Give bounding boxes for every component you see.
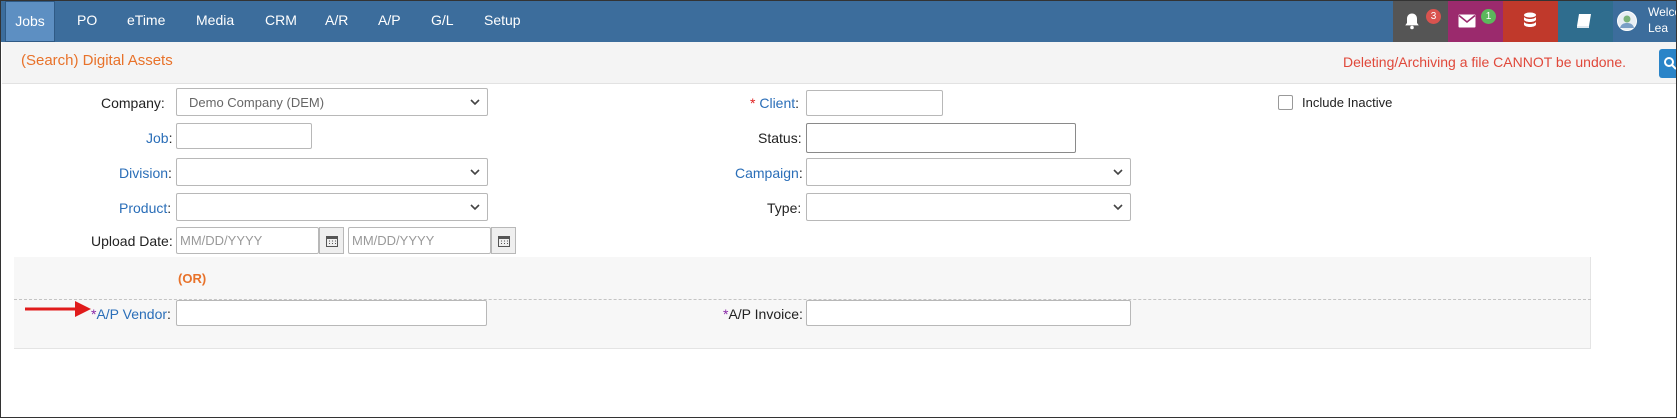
chevron-down-icon [470,99,480,106]
include-inactive-label: Include Inactive [1302,95,1393,110]
client-input[interactable] [806,90,943,116]
client-colon: : [795,95,800,111]
top-nav: Jobs PO eTime Media CRM A/R A/P G/L Setu… [1,1,1676,42]
page-header: (Search) Digital Assets Deleting/Archivi… [2,42,1676,84]
welcome-text: Welco [1648,5,1676,19]
product-label: Product: [119,200,171,216]
messages-badge: 1 [1481,9,1496,24]
product-label-text: Product [119,200,168,216]
division-select[interactable] [176,158,488,186]
ap-invoice-label: *A/P Invoice: [723,306,803,322]
status-label: Status: [758,130,802,146]
page-title: (Search) Digital Assets [21,52,173,69]
envelope-icon [1458,14,1476,28]
database-button[interactable] [1503,1,1558,42]
app-window: Jobs PO eTime Media CRM A/R A/P G/L Setu… [0,0,1677,418]
book-icon [1577,14,1591,28]
messages-button[interactable]: 1 [1448,1,1503,42]
nav-crm[interactable]: CRM [265,1,297,42]
nav-etime[interactable]: eTime [127,1,165,42]
campaign-label-text: Campaign [735,165,799,181]
company-label: Company: [101,95,165,111]
job-label: Job: [146,130,172,146]
campaign-colon: : [798,165,803,181]
division-label-text: Division [119,165,169,181]
job-label-text: Job [146,130,169,146]
type-label: Type: [767,200,802,216]
user-photo-icon [1620,15,1634,28]
bell-icon [1405,13,1419,30]
nav-po[interactable]: PO [77,1,97,42]
product-colon: : [167,200,172,216]
client-label-text: Client [759,95,796,111]
company-select[interactable]: Demo Company (DEM) [176,88,488,116]
ap-vendor-label-text: A/P Vendor [96,306,168,322]
upload-date-from-input[interactable]: MM/DD/YYYY [176,227,319,254]
nav-media[interactable]: Media [196,1,234,42]
red-arrow-icon [25,301,91,317]
nav-ar[interactable]: A/R [325,1,348,42]
chevron-down-icon [470,204,480,211]
ap-invoice-input[interactable] [806,300,1131,326]
upload-date-to-calendar-button[interactable] [491,227,516,254]
nav-gl[interactable]: G/L [431,1,454,42]
search-button[interactable] [1659,49,1676,78]
chevron-down-icon [470,169,480,176]
client-required-marker: * [750,95,756,111]
chevron-down-icon [1113,169,1123,176]
notifications-badge: 3 [1426,9,1441,24]
ap-vendor-label: *A/P Vendor: [91,306,171,322]
upload-date-from-placeholder: MM/DD/YYYY [180,233,263,248]
job-colon: : [168,130,173,146]
campaign-label: Campaign: [735,165,803,181]
delete-warning: Deleting/Archiving a file CANNOT be undo… [1343,54,1627,70]
status-input[interactable] [806,123,1076,153]
upload-date-to-placeholder: MM/DD/YYYY [352,233,435,248]
user-name: Lea [1648,21,1669,35]
database-icon [1524,12,1536,27]
ap-vendor-input[interactable] [176,300,487,326]
book-button[interactable] [1558,1,1613,42]
product-select[interactable] [176,193,488,221]
client-label: * Client: [750,95,799,111]
nav-jobs[interactable]: Jobs [5,1,55,42]
company-select-value: Demo Company (DEM) [189,95,325,110]
ap-vendor-colon: : [167,306,171,322]
upload-date-to-input[interactable]: MM/DD/YYYY [348,227,491,254]
user-menu[interactable]: Welco Lea [1613,1,1676,42]
upload-date-label: Upload Date: [91,233,173,249]
ap-invoice-label-text: A/P Invoice: [728,306,803,322]
nav-setup[interactable]: Setup [484,1,521,42]
include-inactive-checkbox[interactable] [1278,95,1293,110]
type-select[interactable] [806,193,1131,221]
division-colon: : [168,165,172,181]
chevron-down-icon [1113,204,1123,211]
nav-ap[interactable]: A/P [378,1,401,42]
calendar-icon [498,236,510,247]
avatar [1617,11,1637,31]
calendar-icon [326,236,338,247]
search-icon [1664,57,1676,70]
or-separator-text: (OR) [178,271,207,286]
upload-date-from-calendar-button[interactable] [319,227,344,254]
division-label: Division: [119,165,172,181]
campaign-select[interactable] [806,158,1131,186]
notifications-button[interactable]: 3 [1393,1,1448,42]
job-input[interactable] [176,123,312,149]
